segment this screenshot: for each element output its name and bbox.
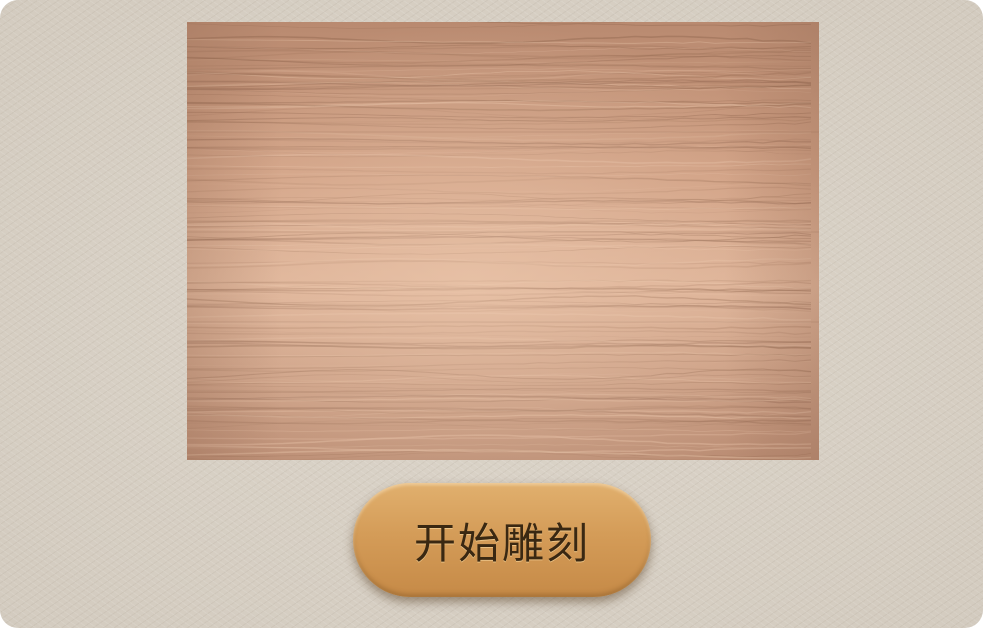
wood-board-canvas[interactable] [187,22,819,460]
start-carving-button[interactable]: 开始雕刻 [353,483,651,597]
wood-texture-image [187,22,819,460]
start-carving-label: 开始雕刻 [413,518,590,568]
app-window: 开始雕刻 [0,0,983,628]
